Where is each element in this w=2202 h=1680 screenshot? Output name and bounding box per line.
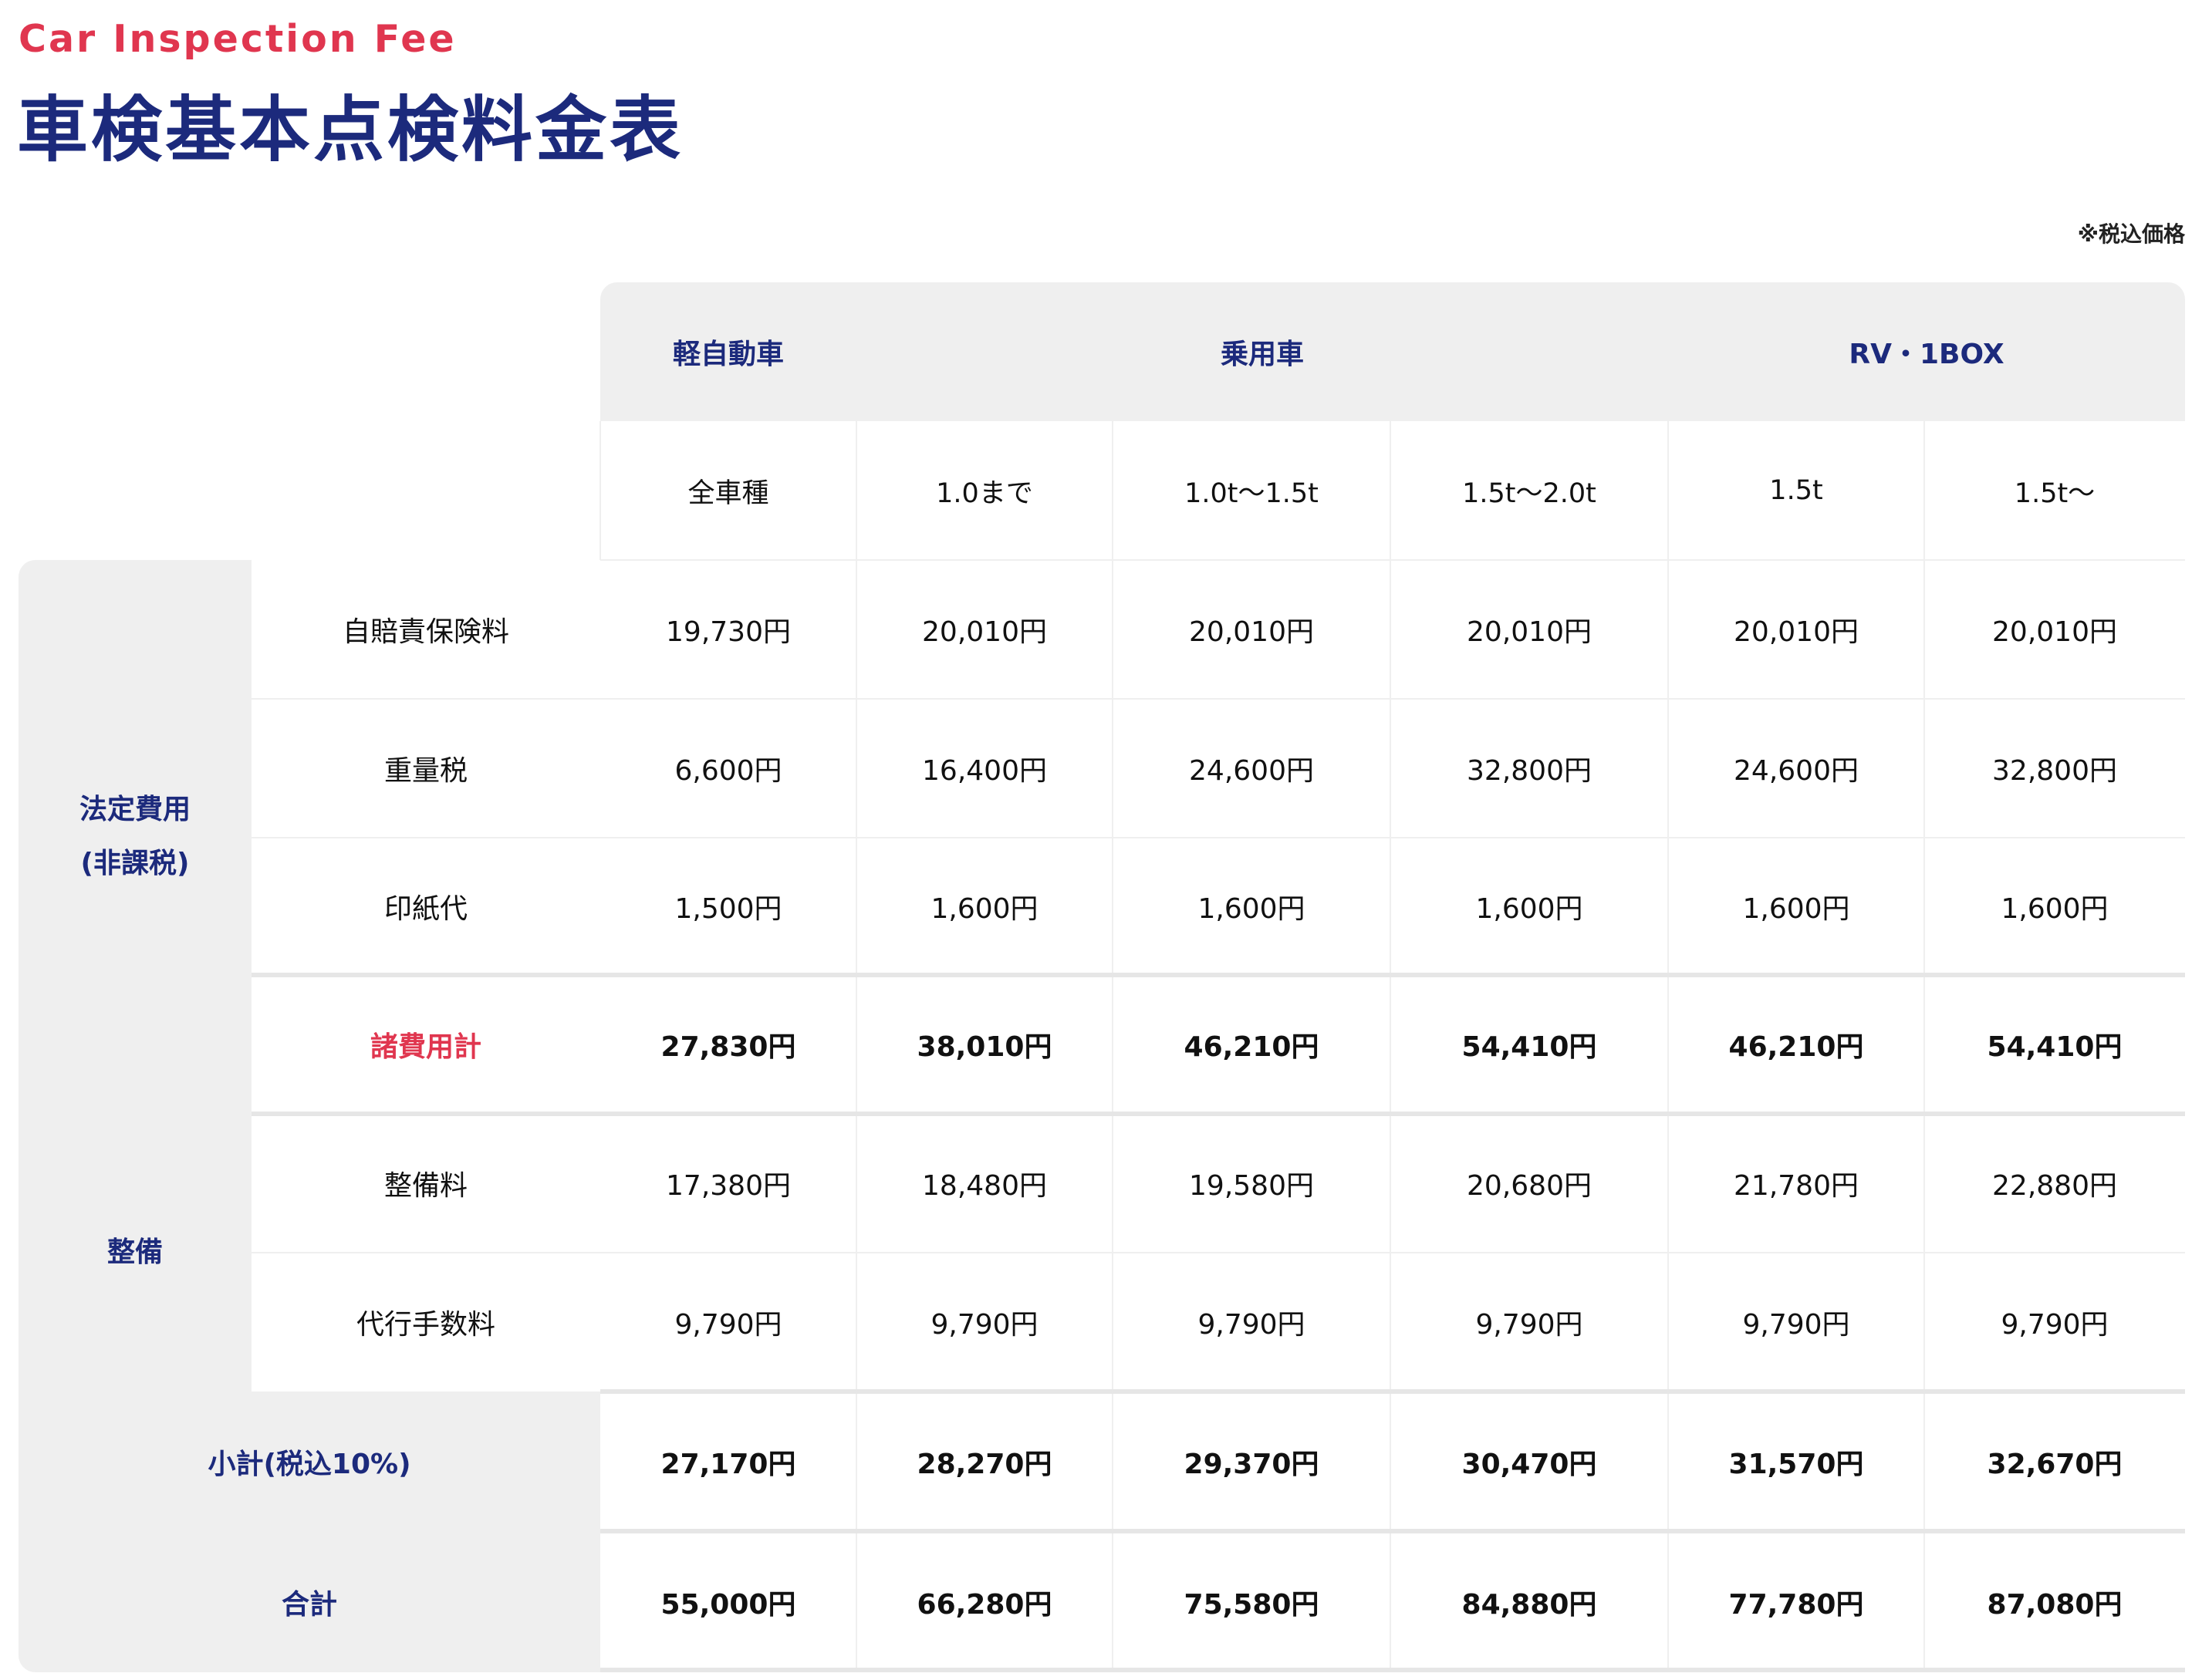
table-cell: 9,790円 [1475,1309,1583,1341]
row-divider [600,1668,2185,1672]
table-cell: 27,170円 [660,1449,796,1480]
row-divider [252,837,2185,838]
table-cell: 20,010円 [922,616,1047,648]
table-cell: 18,480円 [922,1170,1047,1202]
table-cell: 19,580円 [1189,1170,1314,1202]
table-cell: 38,010円 [917,1031,1052,1063]
row-label-weight-tax: 重量税 [383,755,468,787]
column-divider [1667,282,1669,1672]
page-title: 車検基本点検料金表 [17,89,684,171]
group-header-passenger: 乗用車 [1220,339,1304,370]
row-divider [600,1389,2185,1394]
table-cell: 1,600円 [2001,893,2109,925]
row-label-subtotal: 小計(税込10%) [208,1449,411,1480]
row-divider [252,1252,2185,1253]
table-cell: 20,010円 [1189,616,1314,648]
category-legal-fees: 法定費用 (非課税) [19,560,252,1114]
category-legal-fees-line1: 法定費用 [79,793,191,825]
row-divider [252,698,2185,700]
table-cell: 22,880円 [1992,1170,2117,1202]
table-cell: 32,670円 [1987,1449,2123,1480]
table-cell: 1,500円 [674,893,782,925]
row-divider [252,973,2185,977]
table-cell: 27,830円 [660,1031,796,1063]
table-cell: 84,880円 [1461,1589,1597,1621]
row-label-liability-insurance: 自賠責保険料 [342,616,509,648]
section-eyebrow: Car Inspection Fee [19,17,457,61]
table-cell: 30,470円 [1461,1449,1597,1480]
table-cell: 9,790円 [674,1309,782,1341]
table-cell: 54,410円 [1461,1031,1597,1063]
table-cell: 32,800円 [1992,755,2117,787]
table-cell: 9,790円 [1197,1309,1305,1341]
category-legal-fees-line2: (非課税) [80,848,190,879]
table-cell: 19,730円 [666,616,791,648]
table-cell: 28,270円 [917,1449,1052,1480]
tax-included-note: ※税込価格 [2077,221,2185,247]
table-cell: 46,210円 [1728,1031,1864,1063]
column-header: 1.5t [1769,475,1823,506]
column-header: 1.0t〜1.5t [1184,477,1319,509]
row-label-stamp-fee: 印紙代 [383,893,468,925]
column-divider [1923,421,1925,1672]
table-cell: 17,380円 [666,1170,791,1202]
table-cell: 29,370円 [1184,1449,1319,1480]
column-divider [1390,421,1391,1672]
table-cell: 32,800円 [1467,755,1592,787]
table-cell: 87,080円 [1987,1589,2123,1621]
row-divider [600,559,2185,561]
table-cell: 31,570円 [1728,1449,1864,1480]
table-cell: 20,010円 [1992,616,2117,648]
column-header: 1.0まで [936,477,1033,509]
table-cell: 1,600円 [1742,893,1850,925]
row-label-maintenance-fee: 整備料 [383,1170,468,1202]
table-cell: 54,410円 [1987,1031,2123,1063]
table-cell: 66,280円 [917,1589,1052,1621]
column-header: 全車種 [687,477,769,509]
table-cell: 1,600円 [1475,893,1583,925]
table-cell: 20,010円 [1734,616,1859,648]
column-header: 1.5t〜2.0t [1462,477,1596,509]
row-divider [600,1529,2185,1533]
table-cell: 24,600円 [1734,755,1859,787]
group-header-kei: 軽自動車 [672,339,784,370]
table-cell: 21,780円 [1734,1170,1859,1202]
table-cell: 20,010円 [1467,616,1592,648]
table-cell: 46,210円 [1184,1031,1319,1063]
group-header-rv: RV・1BOX [1849,339,2004,370]
table-cell: 16,400円 [922,755,1047,787]
table-cell: 77,780円 [1728,1589,1864,1621]
table-cell: 24,600円 [1189,755,1314,787]
table-cell: 9,790円 [1742,1309,1850,1341]
row-label-agency-fee: 代行手数料 [356,1309,495,1341]
table-cell: 9,790円 [930,1309,1039,1341]
inspection-fee-table: 軽自動車 乗用車 RV・1BOX 全車種 1.0まで 1.0t〜1.5t 1.5… [19,282,2185,1672]
table-cell: 1,600円 [930,893,1039,925]
column-header: 1.5t〜 [2014,477,2096,509]
row-label-grand-total: 合計 [281,1589,337,1621]
category-maintenance: 整備 [106,1236,163,1268]
column-divider [599,421,601,560]
table-cell: 55,000円 [660,1589,796,1621]
column-divider [856,282,857,1672]
table-cell: 1,600円 [1197,893,1305,925]
table-cell: 20,680円 [1467,1170,1592,1202]
row-label-misc-total: 諸費用計 [370,1031,481,1063]
table-cell: 75,580円 [1184,1589,1319,1621]
column-divider [1112,421,1113,1672]
table-cell: 9,790円 [2001,1309,2109,1341]
row-divider [252,1112,2185,1116]
table-cell: 6,600円 [674,755,782,787]
